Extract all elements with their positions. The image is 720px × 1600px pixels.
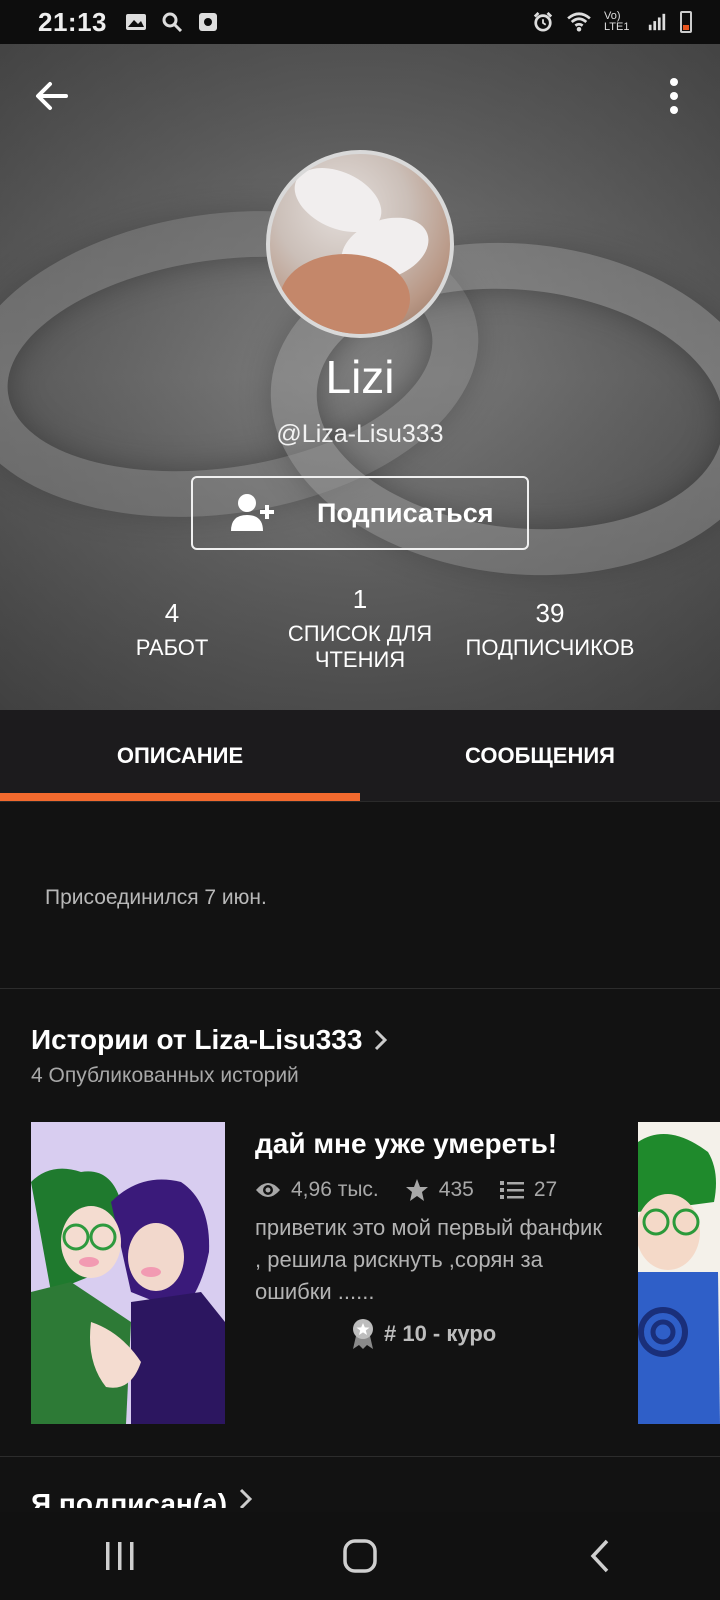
story-reads: 4,96 тыс. (255, 1178, 379, 1202)
status-time: 21:13 (38, 6, 107, 37)
stat-value: 39 (535, 598, 565, 628)
alarm-icon (533, 12, 553, 32)
tab-messages[interactable]: СООБЩЕНИЯ (360, 710, 720, 801)
joined-date: Присоединился 7 июн. (45, 886, 267, 909)
rank-badge-icon (353, 1319, 373, 1349)
story-reads-value: 4,96 тыс. (291, 1178, 379, 1201)
back-arrow-icon[interactable] (30, 74, 74, 118)
stories-section-label: Истории от Liza-Lisu333 (31, 1024, 363, 1055)
system-back-button[interactable] (570, 1531, 630, 1581)
volte-label: Vo) LTE1 (604, 10, 630, 33)
stat-value: 4 (164, 598, 180, 628)
following-section-title[interactable]: Я подписан(а) (31, 1488, 253, 1508)
recent-apps-icon (106, 1542, 134, 1570)
profile-name: Lizi (325, 351, 395, 403)
tab-about[interactable]: ОПИСАНИЕ (0, 710, 360, 801)
stat-value: 1 (352, 584, 368, 614)
avatar-hand (280, 254, 410, 334)
divider (0, 988, 720, 989)
divider (0, 1456, 720, 1457)
stat-label: ПОДПИСЧИКОВ (465, 635, 635, 660)
search-icon (162, 12, 183, 32)
avatar[interactable] (266, 150, 454, 338)
story-cover-art (31, 1122, 225, 1424)
story-rank[interactable]: # 10 - куро (350, 1318, 496, 1350)
following-section-label: Я подписан(а) (31, 1488, 228, 1508)
story-votes: 435 (405, 1178, 474, 1202)
home-icon (343, 1539, 377, 1573)
story-description: приветик это мой первый фанфик , решила … (255, 1215, 602, 1304)
story-parts-value: 27 (533, 1178, 558, 1201)
status-bar: 21:13 Vo) LTE1 (0, 0, 720, 44)
system-nav-bar (0, 1512, 720, 1600)
more-options-icon[interactable] (652, 74, 696, 118)
stat-label: РАБОТ (135, 635, 209, 660)
story-cover-image[interactable] (31, 1122, 225, 1424)
star-icon (405, 1179, 428, 1201)
stat-label: СПИСОК ДЛЯ ЧТЕНИЯ (287, 621, 433, 672)
story-rank-label: # 10 - куро (384, 1321, 497, 1346)
back-chevron-icon (590, 1539, 609, 1573)
story-cover-art-next (638, 1122, 720, 1424)
chevron-right-icon (375, 1029, 388, 1051)
screen-record-icon (199, 13, 217, 31)
stat-works[interactable]: 4 РАБОТ (112, 598, 232, 661)
eye-icon (256, 1183, 280, 1197)
follow-label: Подписаться (317, 497, 494, 528)
profile-tabs: ОПИСАНИЕ СООБЩЕНИЯ (0, 710, 720, 802)
stories-section-title[interactable]: Истории от Liza-Lisu333 (31, 1024, 388, 1056)
stat-reading-lists[interactable]: 1 СПИСОК ДЛЯ ЧТЕНИЯ (270, 584, 450, 673)
story-cover-image-next[interactable] (638, 1122, 720, 1424)
story-meta: 4,96 тыс. 435 27 (255, 1178, 583, 1202)
battery-icon (680, 11, 692, 33)
profile-stats: 4 РАБОТ 1 СПИСОК ДЛЯ ЧТЕНИЯ 39 ПОДПИСЧИК… (0, 584, 720, 688)
story-parts: 27 (499, 1178, 558, 1202)
home-button[interactable] (330, 1531, 390, 1581)
profile-handle: @Liza-Lisu333 (276, 420, 444, 448)
recent-apps-button[interactable] (90, 1531, 150, 1581)
list-icon (499, 1181, 524, 1199)
signal-icon (648, 13, 666, 31)
stat-followers[interactable]: 39 ПОДПИСЧИКОВ (450, 598, 650, 661)
follow-button[interactable]: Подписаться (191, 476, 529, 550)
chevron-right-icon (240, 1488, 253, 1508)
add-user-icon (231, 494, 274, 531)
stories-count: 4 Опубликованных историй (31, 1064, 299, 1087)
gallery-icon (126, 14, 146, 30)
story-votes-value: 435 (438, 1178, 474, 1201)
story-title[interactable]: дай мне уже умереть! (255, 1128, 557, 1160)
wifi-icon (567, 12, 591, 32)
